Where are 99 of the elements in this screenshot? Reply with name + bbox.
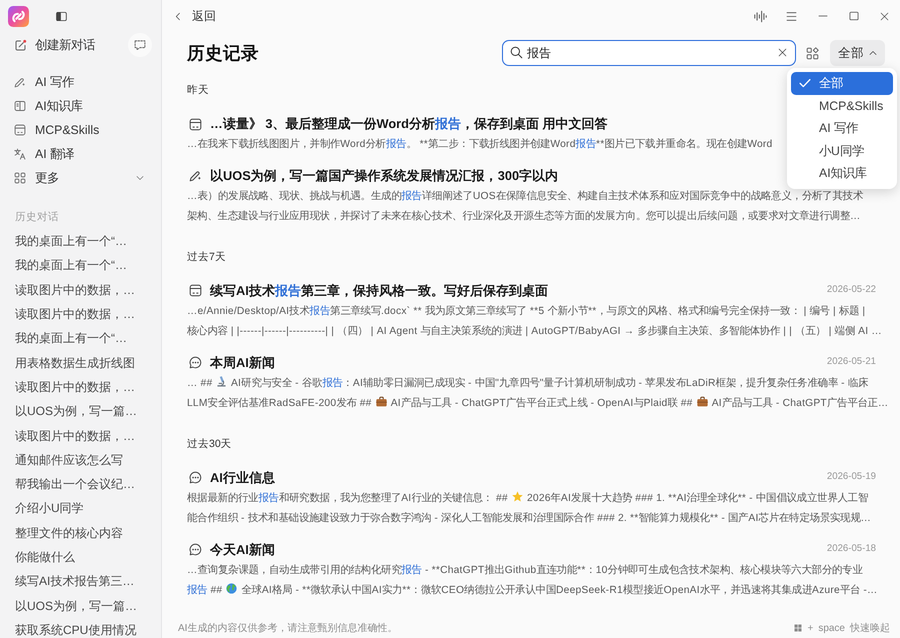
book-icon xyxy=(14,100,26,112)
pen-icon xyxy=(189,169,202,182)
snippet-text: 根据最新的行业报告和研究数据，我为您整理了AI行业的关键信息： ## xyxy=(187,492,509,504)
result-title[interactable]: 以UOS为例，写一篇国产操作系统发展情况汇报，300字以内 xyxy=(210,166,558,186)
close-icon[interactable] xyxy=(880,12,889,20)
check-icon xyxy=(799,77,811,90)
result-date: 2026-05-18 xyxy=(826,542,876,556)
history-item[interactable]: 读取图片中的数据，… xyxy=(0,278,161,302)
four-squares-icon xyxy=(794,624,802,632)
nav-item[interactable]: AI知识库 xyxy=(0,94,161,118)
snippet-text: 核心内容 | |------|------|----------| | （四） | AI Agent 与自主决策系统的演进 | AutoGPT/BabyAGI → 多步骤自主决策、多智能体协作 | | （五） | 端侧 AI … xyxy=(187,326,882,337)
shortcut-label: 快速唤起 xyxy=(850,622,890,636)
globe-icon xyxy=(226,583,238,594)
disclaimer-text: AI生成的内容仅供参考，请注意甄别信息准确性。 xyxy=(178,622,398,636)
shortcut-text: + xyxy=(807,622,814,636)
history-item[interactable]: 读取图片中的数据，… xyxy=(0,423,161,448)
result-title[interactable]: AI行业信息 xyxy=(210,468,275,488)
snippet-text: AI产品与工具 - ChatGPT广告平台正… xyxy=(710,398,888,409)
menu-item[interactable]: 小U同学 xyxy=(791,140,893,162)
filter-dropdown[interactable]: 全部 xyxy=(830,40,885,66)
history-item[interactable]: 用表格数据生成折线图 xyxy=(0,350,161,375)
microscope-icon xyxy=(216,376,228,386)
box-icon xyxy=(189,118,202,130)
history-item[interactable]: 整理文件的核心内容 xyxy=(0,520,161,545)
menu-item[interactable]: MCP&Skills xyxy=(791,94,893,117)
snippet-text: AI产品与工具 - ChatGPT广告平台正式上线 - OpenAI与Plaid联 ## xyxy=(390,398,694,409)
chat-bubble-icon xyxy=(189,471,202,484)
history-item[interactable]: 你能做什么 xyxy=(0,544,161,570)
app-logo-icon[interactable] xyxy=(8,6,29,27)
grid-icon[interactable] xyxy=(806,46,819,60)
snippet-text: …e/Annie/Desktop/AI技术报告第三章续写.docx` ** 我为原文第三章续写了 **5 个新小节**，与原文的风格、格式和编号完全保持一致： | 编号 | 标题 | xyxy=(187,306,866,316)
snippet-text: 能合作组织 - 技术和基础设施建设致力于弥合数字鸿沟 - 深化人工智能发展和治理国际合作 ### 2. **智能算力规模化** - 国产AI芯片在特定场景实现规… xyxy=(187,513,872,524)
snippet-text: 报告 ## xyxy=(187,585,224,596)
page-title: 历史记录 xyxy=(187,42,259,64)
maximize-icon[interactable] xyxy=(848,11,858,21)
menu-icon[interactable] xyxy=(786,10,797,22)
chat-bubble-icon xyxy=(189,356,202,369)
result-title[interactable]: …读量》 3、最后整理成一份Word分析报告，保存到桌面 用中文回答 xyxy=(210,114,608,134)
translate-icon xyxy=(14,148,26,160)
result-date: 2026-05-21 xyxy=(826,355,876,370)
chevron-up-icon xyxy=(869,49,877,57)
history-item[interactable]: 介绍小U同学 xyxy=(0,496,161,521)
nav-item[interactable]: 更多 xyxy=(0,166,161,190)
chat-bubble-icon xyxy=(189,543,202,556)
snippet-text: 全球AI格局 - **微软承认中国AI实力**：微软CEO纳德拉公开承认中国DeepSeek-R1模型接近OpenAI水平，并迅速将其集成进Azure平台 -… xyxy=(240,585,878,596)
history-item[interactable]: 以UOS为例，写一篇… xyxy=(0,399,161,424)
search-field[interactable]: 报告 xyxy=(502,40,796,66)
history-item[interactable]: 我的桌面上有一个“… xyxy=(0,253,161,278)
briefcase-icon xyxy=(696,396,708,407)
snippet-text: …查询复杂课题，自动生成带引用的结构化研究报告 - **ChatGPT推出Github直连功能**：10分钟即可生成包含技术架构、核心模块等六大部分的专业 xyxy=(187,564,863,576)
chevron-down-icon xyxy=(136,174,144,182)
snippet-text: … ## xyxy=(187,378,214,388)
menu-item[interactable]: AI 写作 xyxy=(791,117,893,140)
nav-item[interactable]: AI 写作 xyxy=(0,70,161,94)
edit-icon xyxy=(14,38,27,52)
snippet-text: AI研究与安全 - 谷歌报告：AI辅助零日漏洞已成现实 - 中国"九章四号"量子计算机研制成功 - 苹果发布LaDiR框架，提升复杂任务准确率 - 临床 xyxy=(230,378,868,388)
dashed-bubble-icon xyxy=(134,39,146,51)
section-label: 昨天 xyxy=(187,83,209,98)
history-item[interactable]: 我的桌面上有一个“… xyxy=(0,229,161,254)
snippet-text: …表）的发展战略、现状、挑战与机遇。生成的报告详细阐述了UOS在保障信息安全、构建自主技术体系和应对国际竞争中的战略意义，分析了其技术 xyxy=(187,190,864,202)
section-label: 历史对话 xyxy=(14,210,60,225)
section-label: 过去7天 xyxy=(187,250,226,264)
snippet-text: …在我来下载折线图图片，并制作Word分析报告。 **第二步：下载折线图并创建Word报告**图片已下载并重命名。现在创建Word xyxy=(187,139,772,150)
history-item[interactable]: 我的桌面上有一个“… xyxy=(0,326,161,350)
snippet-text: 2026年AI发展十大趋势 ### 1. **AI治理全球化** - 中国倡议成立世界人工智 xyxy=(526,492,868,504)
sidebar-toggle-icon[interactable] xyxy=(56,11,67,22)
nav-item[interactable]: AI 翻译 xyxy=(0,142,161,166)
result-title[interactable]: 今天AI新闻 xyxy=(210,540,275,560)
briefcase-icon xyxy=(376,396,387,407)
nav-item[interactable]: MCP&Skills xyxy=(0,118,161,142)
result-title[interactable]: 本周AI新闻 xyxy=(210,352,275,372)
history-item[interactable]: 读取图片中的数据，… xyxy=(0,302,161,326)
box-icon xyxy=(14,124,26,136)
history-item[interactable]: 续写AI技术报告第三… xyxy=(0,569,161,594)
new-chat-link[interactable]: 创建新对话 xyxy=(14,36,95,54)
history-item[interactable]: 读取图片中的数据，… xyxy=(0,374,161,400)
pen-icon xyxy=(14,76,26,88)
waveform-icon[interactable] xyxy=(754,10,767,22)
result-date: 2026-05-22 xyxy=(826,283,876,298)
history-item[interactable]: 以UOS为例，写一篇… xyxy=(0,593,161,618)
snippet-text: 架构、生态建设与行业应用现状，并探讨了未来在核心技术、行业深化及开源生态等方面的发展方向。您可以提出后续问题，或要求对文章进行调整… xyxy=(187,211,860,222)
history-item[interactable]: 通知邮件应该怎么写 xyxy=(0,448,161,472)
result-title[interactable]: 续写AI技术报告第三章，保持风格一致。写好后保存到桌面 xyxy=(210,280,548,300)
star-icon xyxy=(512,490,523,502)
section-label: 过去30天 xyxy=(187,436,232,452)
result-date: 2026-05-19 xyxy=(826,470,876,484)
menu-item[interactable]: AI知识库 xyxy=(791,162,893,184)
snippet-text: LLM安全评估基准RadSaFE-200发布 ## xyxy=(187,398,373,409)
history-item[interactable]: 帮我输出一个会议纪… xyxy=(0,472,161,496)
menu-item[interactable]: 全部 xyxy=(791,72,893,94)
grid-icon xyxy=(14,172,26,184)
chat-button[interactable] xyxy=(128,33,152,57)
chevron-left-icon xyxy=(174,10,182,22)
shortcut-text: space xyxy=(818,622,845,636)
clear-icon[interactable] xyxy=(778,48,787,57)
back-link[interactable]: 返回 xyxy=(174,7,216,25)
box-icon xyxy=(189,284,202,297)
history-item[interactable]: 获取系统CPU使用情况 xyxy=(0,618,161,638)
search-icon xyxy=(510,46,523,59)
